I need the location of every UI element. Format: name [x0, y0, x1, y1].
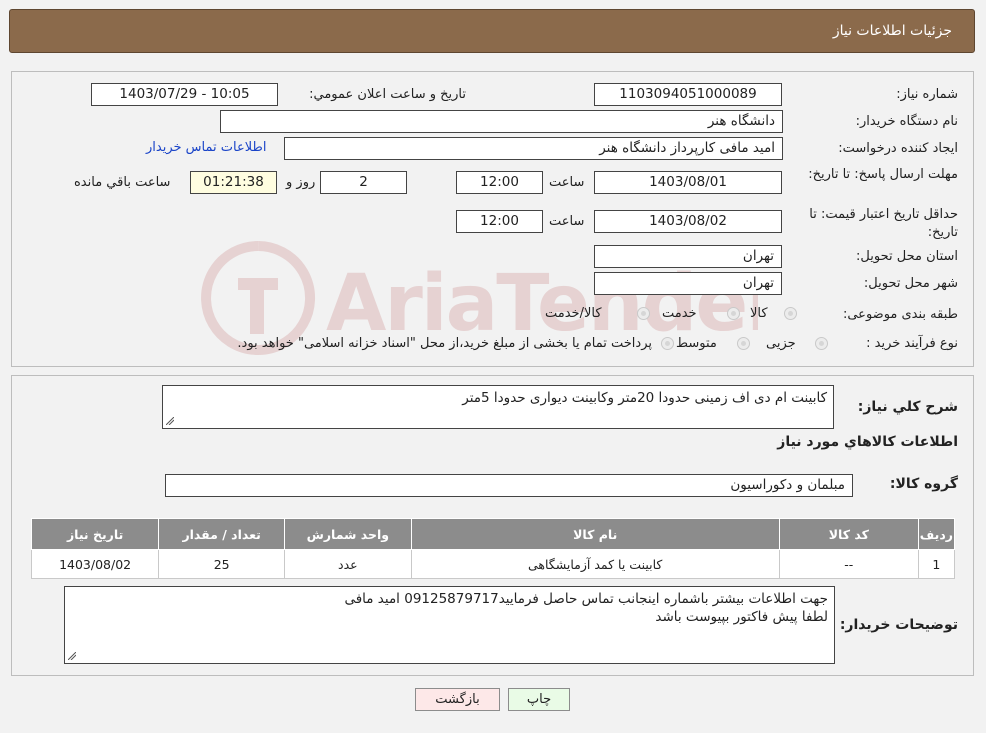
city-label: شهر محل تحویل: [863, 276, 958, 291]
category-goods-label: کالا [750, 306, 768, 321]
buyer-notes-label: توضیحات خریدار: [839, 617, 958, 633]
process-minor-label: جزیی [766, 336, 796, 351]
cell-row-number: 1 [917, 549, 956, 579]
days-remaining-field[interactable]: 2 [320, 171, 407, 194]
reply-time-label: ساعت [549, 175, 585, 190]
city-field[interactable]: تهران [594, 272, 782, 295]
col-quantity: تعداد / مقدار [158, 518, 286, 550]
announce-datetime-field[interactable]: 1403/07/29 - 10:05 [91, 83, 278, 106]
remaining-time-label: ساعت باقي مانده [74, 175, 171, 190]
buyer-notes-textarea[interactable]: جهت اطلاعات بیشتر باشماره اینجانب تماس ح… [64, 586, 835, 664]
col-goods-name: نام کالا [410, 518, 780, 550]
cell-quantity: 25 [158, 549, 286, 579]
buyer-org-label: نام دستگاه خریدار: [855, 114, 958, 129]
category-service-radio[interactable] [727, 307, 740, 320]
cell-goods-name: کابینت یا کمد آزمایشگاهی [410, 549, 780, 579]
category-goods-service-radio[interactable] [637, 307, 650, 320]
resize-grip-icon[interactable] [68, 652, 76, 660]
goods-table-header-row: ردیف کد کالا نام کالا واحد شمارش تعداد /… [30, 518, 956, 550]
col-unit: واحد شمارش [284, 518, 412, 550]
goods-group-field[interactable]: مبلمان و دکوراسیون [165, 474, 853, 497]
resize-grip-icon[interactable] [166, 417, 174, 425]
request-creator-label: ایجاد کننده درخواست: [838, 141, 958, 156]
col-goods-code: کد کالا [778, 518, 919, 550]
print-button[interactable]: چاپ [508, 688, 570, 711]
need-number-field[interactable]: 1103094051000089 [594, 83, 782, 106]
process-medium-radio[interactable] [737, 337, 750, 350]
summary-label: شرح کلي نیاز: [857, 399, 958, 415]
announce-datetime-label: تاریخ و ساعت اعلان عمومي: [309, 87, 466, 102]
days-label: روز و [286, 175, 316, 190]
cell-goods-code: -- [778, 549, 919, 579]
category-service-label: خدمت [662, 306, 697, 321]
buyer-notes-line-1: جهت اطلاعات بیشتر باشماره اینجانب تماس ح… [344, 591, 828, 607]
price-validity-label: حداقل تاریخ اعتبار قیمت: تا تاریخ: [809, 207, 958, 240]
process-type-label: نوع فرآیند خرید : [866, 336, 958, 351]
buyer-contact-link[interactable]: اطلاعات تماس خریدار [146, 140, 266, 155]
reply-time-field[interactable]: 12:00 [456, 171, 543, 194]
table-row[interactable]: 1 -- کابینت یا کمد آزمایشگاهی عدد 25 140… [30, 549, 956, 579]
price-validity-time-field[interactable]: 12:00 [456, 210, 543, 233]
col-row-number: ردیف [917, 518, 956, 550]
goods-table: ردیف کد کالا نام کالا واحد شمارش تعداد /… [30, 518, 956, 579]
goods-group-label: گروه کالا: [889, 476, 958, 492]
need-number-label: شماره نیاز: [896, 87, 958, 102]
treasury-payment-checkbox[interactable] [661, 337, 674, 350]
col-need-date: تاریخ نیاز [30, 518, 160, 550]
cell-unit: عدد [284, 549, 412, 579]
category-goods-radio[interactable] [784, 307, 797, 320]
summary-textarea[interactable]: کابینت ام دی اف زمینی حدودا 20متر وکابین… [162, 385, 834, 429]
buyer-notes-line-2: لطفا پیش فاکتور بپیوست باشد [655, 609, 828, 625]
goods-table-wrapper: ردیف کد کالا نام کالا واحد شمارش تعداد /… [30, 518, 956, 579]
remaining-time-field: 01:21:38 [190, 171, 277, 194]
back-button[interactable]: بازگشت [415, 688, 500, 711]
goods-info-title: اطلاعات کالاهاي مورد نیاز [777, 434, 958, 450]
category-label: طبقه بندی موضوعی: [842, 307, 958, 322]
price-validity-date-field[interactable]: 1403/08/02 [594, 210, 782, 233]
price-validity-time-label: ساعت [549, 214, 585, 229]
category-goods-service-label: کالا/خدمت [545, 306, 602, 321]
buyer-org-field[interactable]: دانشگاه هنر [220, 110, 783, 133]
reply-deadline-label: مهلت ارسال پاسخ: تا تاریخ: [808, 167, 958, 182]
page-title: جزئیات اطلاعات نیاز [832, 23, 952, 39]
province-label: استان محل تحویل: [856, 249, 958, 264]
reply-date-field[interactable]: 1403/08/01 [594, 171, 782, 194]
cell-need-date: 1403/08/02 [30, 549, 160, 579]
request-creator-field[interactable]: امید مافی کارپرداز دانشگاه هنر [284, 137, 783, 160]
province-field[interactable]: تهران [594, 245, 782, 268]
process-minor-radio[interactable] [815, 337, 828, 350]
process-medium-label: متوسط [676, 336, 717, 351]
treasury-payment-note: پرداخت تمام یا بخشی از مبلغ خرید،از محل … [237, 336, 652, 351]
page-header: جزئیات اطلاعات نیاز [9, 9, 975, 53]
summary-text: کابینت ام دی اف زمینی حدودا 20متر وکابین… [462, 390, 827, 406]
